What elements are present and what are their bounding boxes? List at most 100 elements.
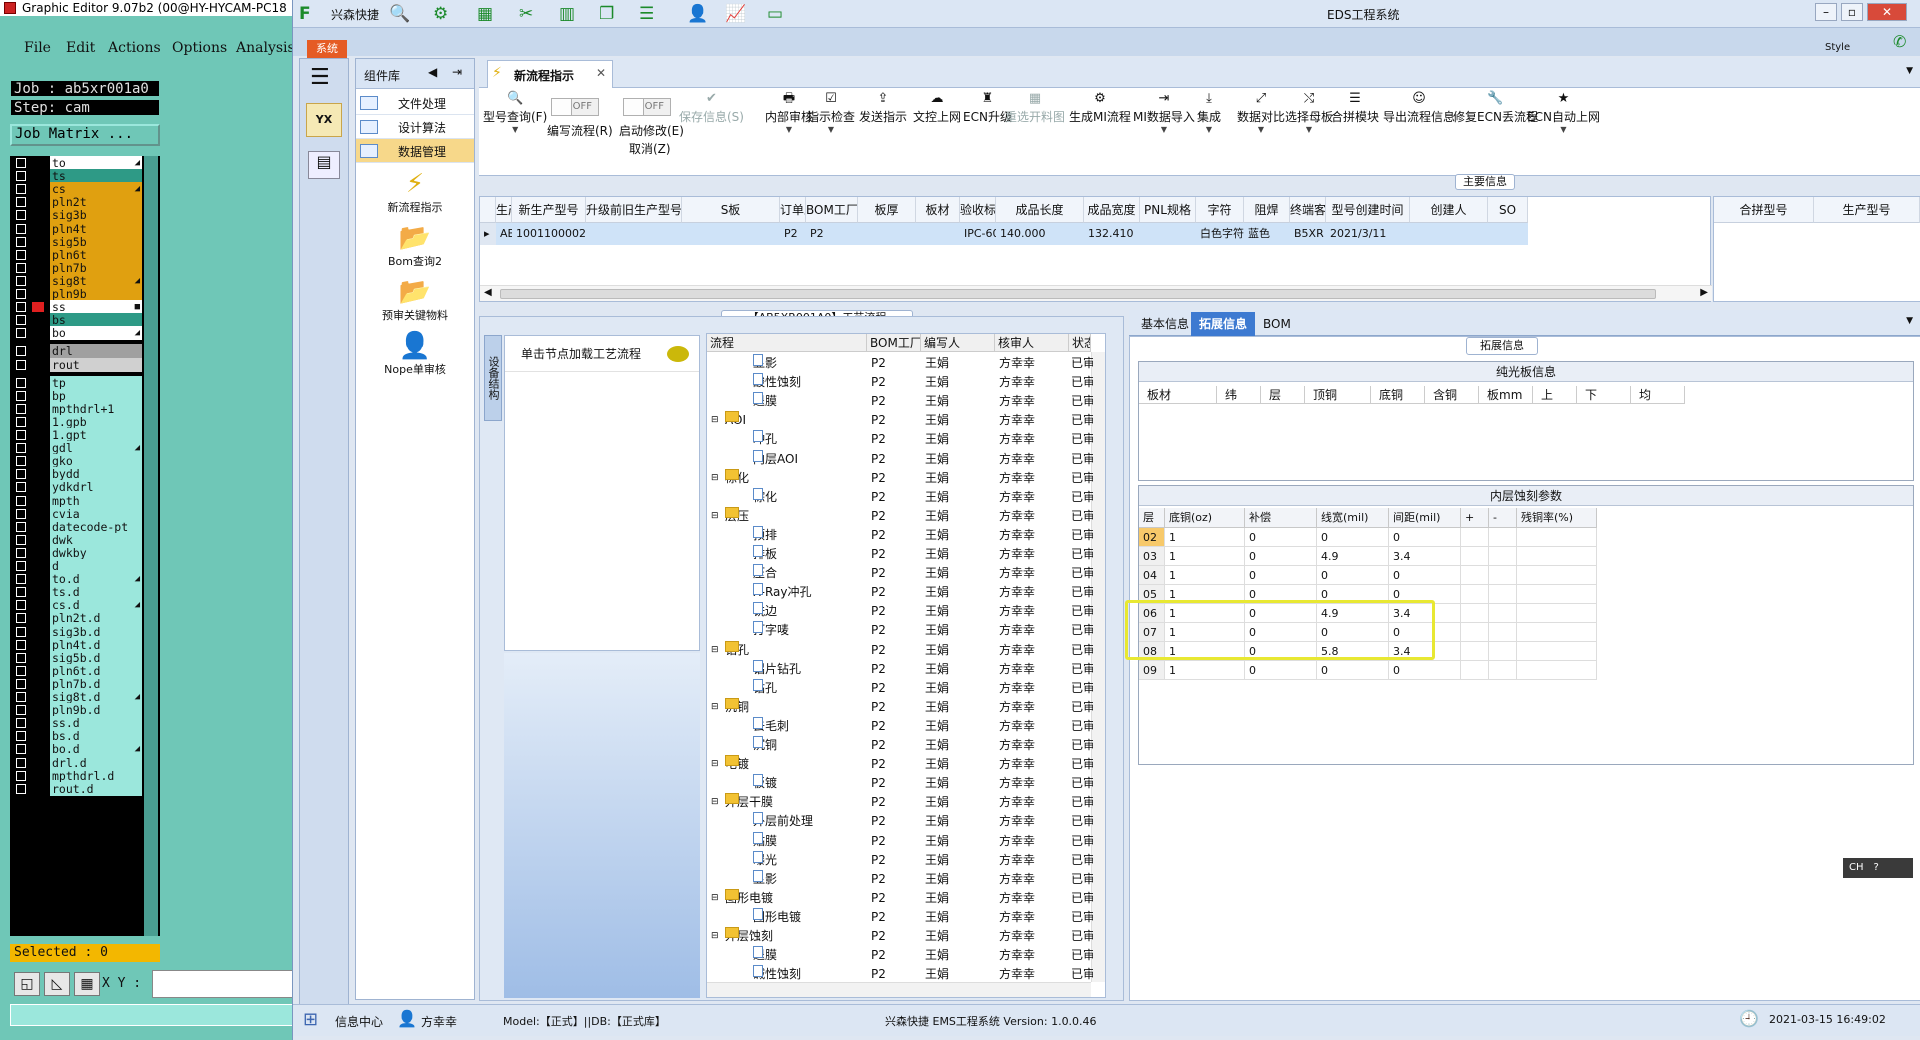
main-grid-cell[interactable]: 2021/3/11 [1326, 223, 1410, 245]
tree-row[interactable]: 排板 P2 王娟 方幸幸 已审核 [707, 545, 1093, 564]
tree-row[interactable]: 棕化 P2 王娟 方幸幸 已审核 [707, 487, 1093, 507]
tree-row[interactable]: 铣边 P2 王娟 方幸幸 已审核 [707, 602, 1093, 621]
expand-icon[interactable]: ⊟ [711, 411, 719, 430]
layer-row[interactable]: rout [10, 357, 142, 372]
layer-checkbox[interactable] [16, 626, 26, 637]
layer-checkbox[interactable] [16, 587, 26, 598]
main-grid-header[interactable]: 终端客户代码 [1290, 197, 1326, 223]
toolbar-button[interactable]: ⇥ MI数据导入 ▼ [1133, 90, 1195, 134]
edit-flow-toggle[interactable]: OFF [551, 98, 599, 116]
expand-icon[interactable]: ⊟ [711, 793, 719, 812]
etch-cell[interactable] [1489, 604, 1517, 623]
etch-cell[interactable] [1489, 585, 1517, 604]
layer-checkbox[interactable] [16, 482, 26, 493]
phone-icon[interactable]: ✆ [1893, 32, 1906, 51]
layer-row[interactable]: mpthdrl+1 [10, 401, 142, 416]
main-grid-header[interactable]: BOM工厂 [806, 197, 858, 223]
etch-cell[interactable] [1517, 604, 1597, 623]
layer-row[interactable]: datecode-pt [10, 519, 142, 534]
grid-icon[interactable]: ▦ [74, 972, 100, 996]
layer-row[interactable]: bp [10, 388, 142, 403]
tree-row[interactable]: 退膜 P2 王娟 方幸幸 已审核 [707, 392, 1093, 411]
layer-row[interactable]: to ◢ [10, 156, 142, 170]
minimize-button[interactable]: – [1815, 3, 1837, 21]
user-icon[interactable]: 👤 [687, 4, 708, 24]
main-grid-header[interactable]: 验收标准 [960, 197, 996, 223]
big-item-bom-query[interactable]: 📂 Bom查询2 [356, 223, 474, 269]
etch-cell[interactable]: 1 [1165, 547, 1245, 566]
copy-icon[interactable]: ❐ [599, 4, 614, 24]
etch-cell[interactable] [1517, 585, 1597, 604]
toolbar-button[interactable]: ⤭ 选择母板 ▼ [1285, 90, 1333, 134]
layer-list-scrollbar[interactable] [144, 156, 158, 936]
etch-cell[interactable] [1461, 623, 1489, 642]
zoom-icon[interactable]: ◱ [14, 972, 40, 996]
layer-checkbox[interactable] [16, 210, 26, 221]
chevron-down-icon[interactable]: ▼ [807, 125, 855, 134]
layer-row[interactable]: ydkdrl [10, 480, 142, 495]
layer-row[interactable]: pln6t [10, 247, 142, 262]
layer-row[interactable]: ts [10, 169, 142, 184]
layer-checkbox[interactable] [16, 197, 26, 208]
layer-row[interactable]: sig8t ◢ [10, 273, 142, 288]
etch-cell[interactable] [1517, 661, 1597, 680]
toolbar-button[interactable]: ★ ECN自动上网 ▼ [1527, 90, 1600, 134]
tree-row[interactable]: 电镀 ⊟ P2 王娟 方幸幸 已审核 [707, 755, 1093, 774]
etch-cell[interactable]: 0 [1317, 528, 1389, 547]
layer-checkbox[interactable] [16, 359, 26, 370]
tree-row[interactable]: 打字唛 P2 王娟 方幸幸 已审核 [707, 621, 1093, 640]
etch-header[interactable]: 间距(mil) [1389, 508, 1461, 528]
etch-header[interactable]: + [1461, 508, 1489, 528]
toolbar-button[interactable]: ⤢ 数据对比 ▼ [1237, 90, 1285, 134]
tree-header[interactable]: 流程 [707, 334, 867, 352]
etch-cell[interactable] [1517, 547, 1597, 566]
etch-cell[interactable] [1461, 661, 1489, 680]
tree-row[interactable]: 棕化 ⊟ P2 王娟 方幸幸 已审核 [707, 468, 1093, 488]
layer-checkbox[interactable] [16, 521, 26, 532]
collapse-icon[interactable]: ◀ [428, 65, 437, 79]
tree-row[interactable]: 外层干膜 ⊟ P2 王娟 方幸幸 已审核 [707, 793, 1093, 812]
etch-header[interactable]: 补偿 [1245, 508, 1317, 528]
etch-cell[interactable] [1461, 566, 1489, 585]
etch-cell[interactable]: 0 [1317, 566, 1389, 585]
toolbar-button[interactable]: ⚙ 生成MI流程 [1069, 90, 1131, 125]
layer-row[interactable]: pln4t [10, 221, 142, 236]
layer-row[interactable]: cs ◢ [10, 182, 142, 197]
layer-row[interactable]: ss ■ [10, 300, 142, 315]
etch-cell[interactable]: 0 [1317, 661, 1389, 680]
menu-options[interactable]: Options [172, 40, 227, 56]
layer-checkbox[interactable] [16, 495, 26, 506]
layer-checkbox[interactable] [16, 731, 26, 742]
help-icon[interactable]: ? [1874, 862, 1879, 873]
layer-row[interactable]: pln9b [10, 287, 142, 301]
etch-cell[interactable] [1517, 623, 1597, 642]
main-grid-cell[interactable] [586, 223, 682, 245]
film-icon[interactable]: ▥ [559, 4, 575, 24]
layer-checkbox[interactable] [16, 262, 26, 273]
etch-cell[interactable] [1517, 642, 1597, 661]
big-item-key-material[interactable]: 📂 预审关键物料 [356, 277, 474, 323]
measure-icon[interactable]: ◺ [44, 972, 70, 996]
main-grid-header[interactable]: 新生产型号 [512, 197, 586, 223]
main-grid-header[interactable]: PNL规格 [1140, 197, 1196, 223]
layer-checkbox[interactable] [16, 328, 26, 339]
layer-checkbox[interactable] [16, 377, 26, 388]
row-indicator[interactable]: ▸ [480, 223, 496, 245]
main-grid-header[interactable]: S板 [682, 197, 780, 223]
main-grid-header[interactable]: 成品宽度 [1084, 197, 1140, 223]
main-grid-cell[interactable]: P2 [806, 223, 858, 245]
layer-row[interactable]: bydd [10, 467, 142, 482]
toolbar-button[interactable]: ☑ 指示检查 ▼ [807, 90, 855, 134]
tree-header[interactable]: 状态 [1069, 334, 1091, 352]
expand-icon[interactable]: ⊟ [711, 469, 719, 488]
layer-checkbox[interactable] [16, 744, 26, 755]
etch-cell[interactable] [1517, 566, 1597, 585]
toolbar-button[interactable]: 🔧 修复ECN丢流程 [1453, 90, 1538, 125]
tree-row[interactable]: X-Ray冲孔 P2 王娟 方幸幸 已审核 [707, 583, 1093, 602]
tree-row[interactable]: 退膜 P2 王娟 方幸幸 已审核 [707, 946, 1093, 965]
chevron-down-icon[interactable]: ▼ [1285, 125, 1333, 134]
tree-row[interactable]: 贴膜 P2 王娟 方幸幸 已审核 [707, 831, 1093, 851]
layer-row[interactable]: dwk [10, 532, 142, 547]
etch-cell[interactable]: 1 [1165, 528, 1245, 547]
toolbar-button[interactable]: ☺ 导出流程信息 [1383, 90, 1455, 125]
